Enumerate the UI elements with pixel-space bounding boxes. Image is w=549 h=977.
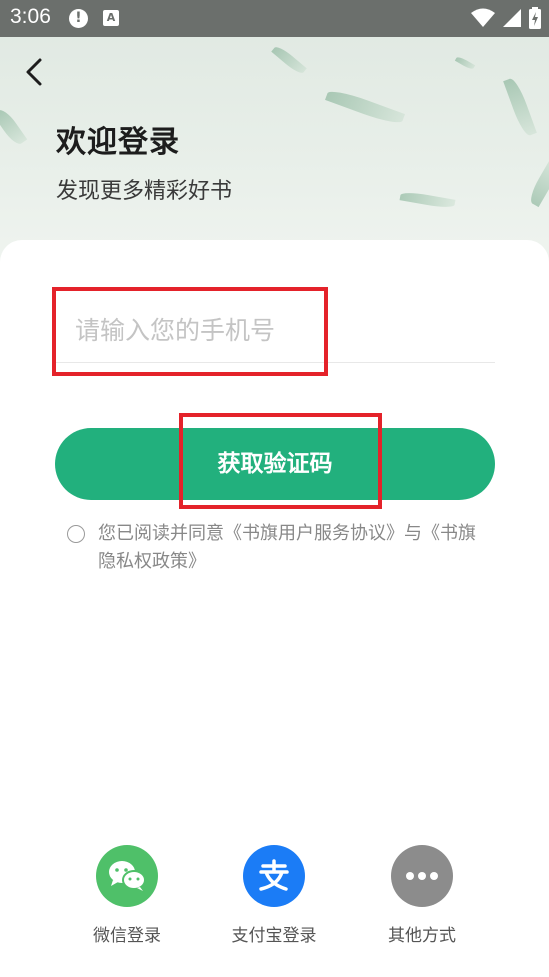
agreement-text[interactable]: 您已阅读并同意《书旗用户服务协议》与《书旗隐私权政策》	[98, 520, 493, 576]
accessibility-a-icon: A	[103, 10, 119, 26]
leaf-decoration	[325, 86, 405, 128]
leaf-decoration	[271, 43, 307, 77]
alipay-login-label: 支付宝登录	[231, 926, 317, 946]
leaf-decoration	[526, 156, 549, 208]
leaf-decoration	[503, 76, 537, 138]
signal-icon	[503, 9, 521, 27]
leaf-decoration	[454, 55, 476, 71]
page-subtitle: 发现更多精彩好书	[56, 179, 233, 204]
highlight-box-button	[179, 413, 382, 509]
agree-checkbox[interactable]	[67, 525, 85, 543]
alipay-icon	[243, 845, 305, 907]
battery-icon	[529, 7, 541, 29]
status-icons	[471, 7, 541, 29]
wechat-login-label: 微信登录	[93, 926, 161, 946]
other-login[interactable]: 其他方式	[362, 845, 482, 946]
wechat-icon	[96, 845, 158, 907]
alert-circle-icon: !	[69, 9, 88, 28]
other-login-label: 其他方式	[388, 926, 456, 946]
back-button[interactable]	[18, 52, 54, 92]
status-bar: 3:06 ! A	[0, 0, 549, 37]
leaf-decoration	[0, 106, 28, 148]
leaf-decoration	[399, 190, 456, 210]
more-icon	[391, 845, 453, 907]
wechat-login[interactable]: 微信登录	[67, 845, 187, 946]
wifi-icon	[471, 8, 495, 27]
highlight-box-phone	[52, 287, 328, 376]
page-title: 欢迎登录	[56, 125, 180, 160]
alipay-login[interactable]: 支付宝登录	[214, 845, 334, 946]
chevron-left-icon	[26, 58, 42, 86]
status-time: 3:06	[10, 5, 51, 28]
